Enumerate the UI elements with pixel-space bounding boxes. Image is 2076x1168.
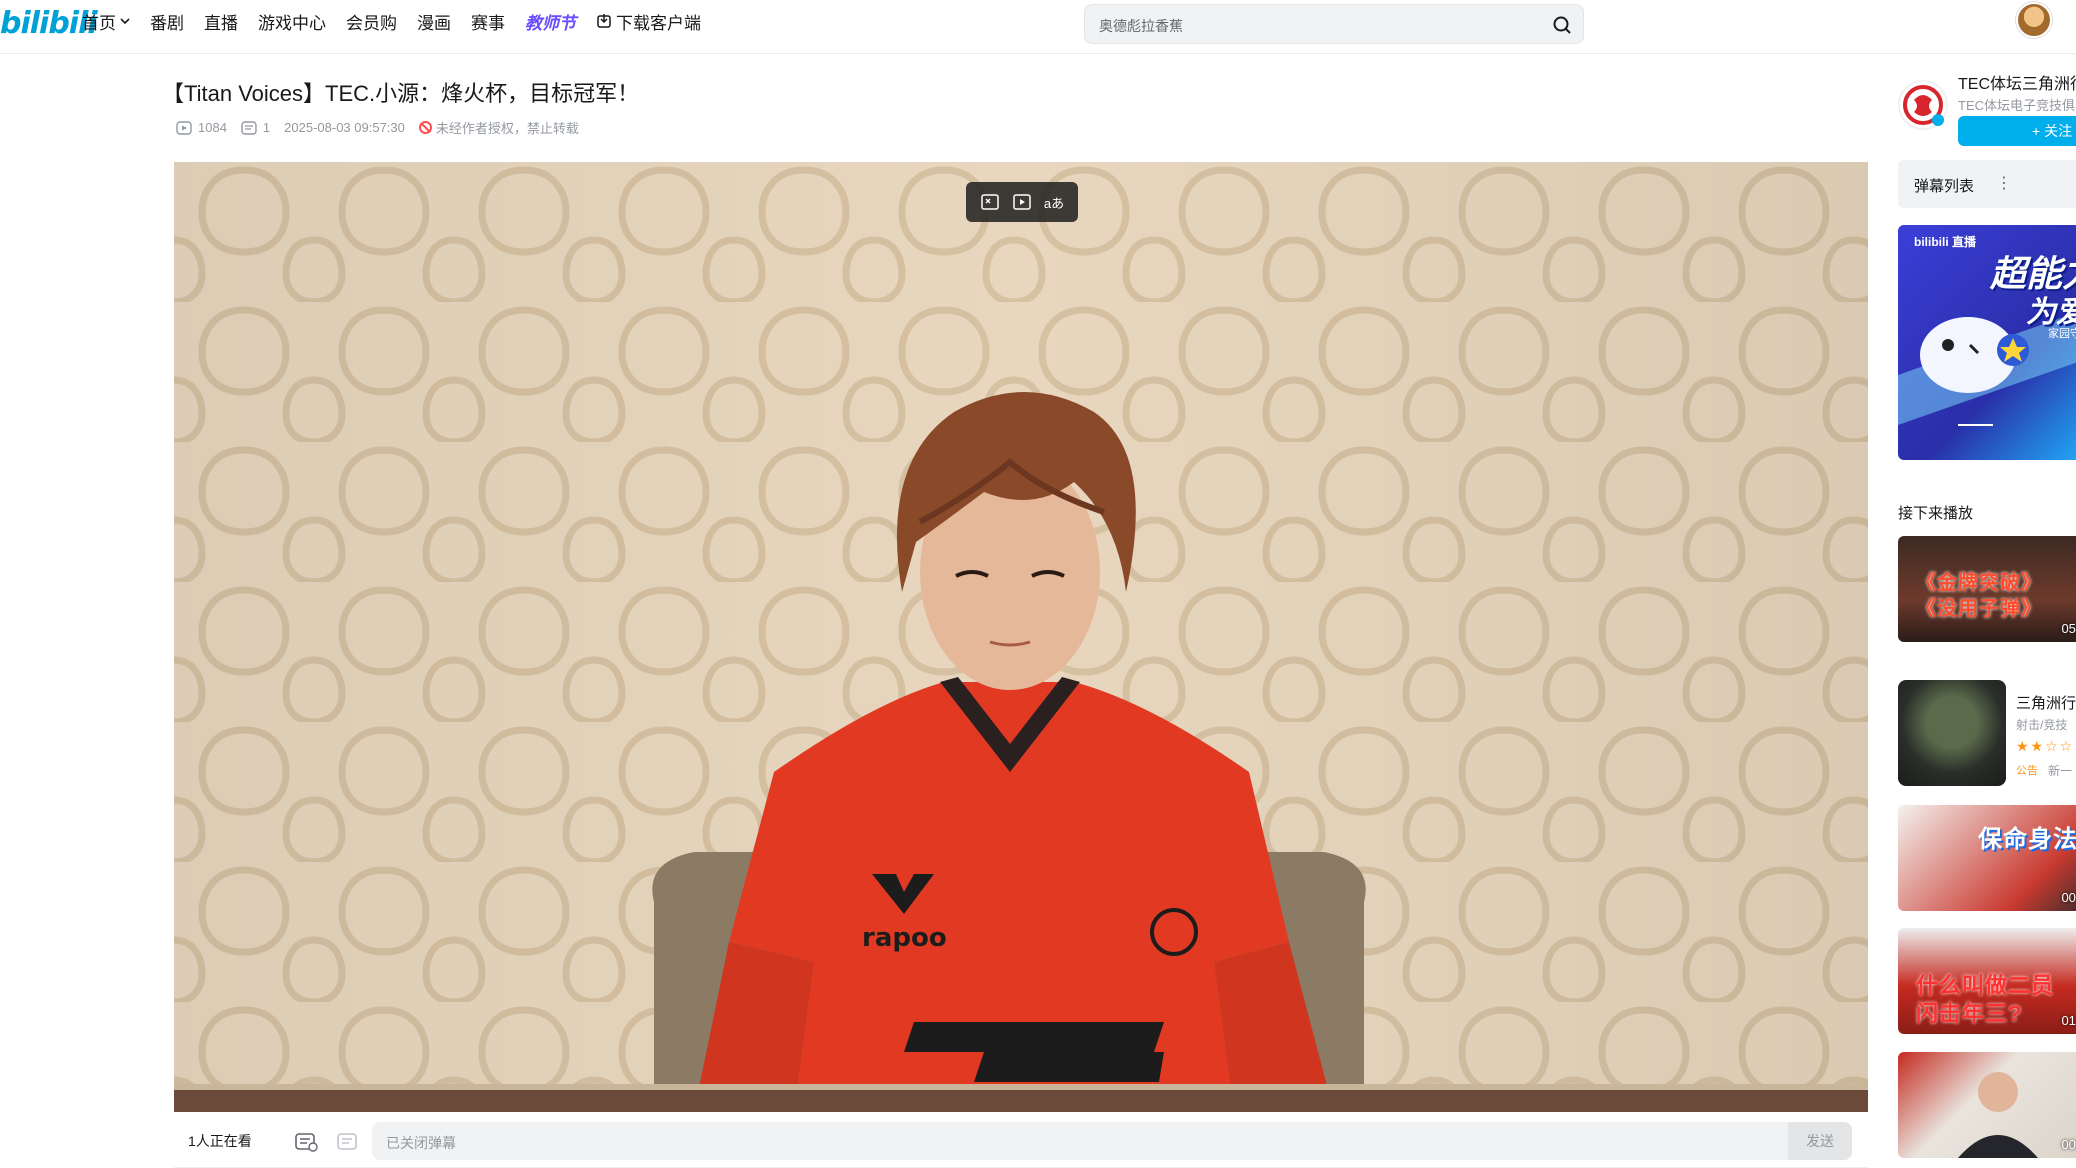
download-icon	[597, 14, 611, 28]
danmaku-count-value: 1	[262, 120, 271, 135]
duration-badge: 01:49	[2061, 1013, 2076, 1028]
video-meta: 1084 1 2025-08-03 09:57:30 未经作者授权，禁止转载	[176, 118, 579, 137]
no-repost-icon	[418, 121, 432, 134]
uploader-desc: TEC体坛电子竞技俱	[1958, 98, 2076, 113]
danmaku-bar: 1人正在看 已关闭弹幕 发送	[174, 1114, 1868, 1168]
follow-button[interactable]: + 关注	[1958, 116, 2076, 146]
view-count-value: 1084	[198, 120, 227, 135]
viewer-count: 1人正在看	[188, 1132, 252, 1149]
ad-subtext: 家园守护	[2048, 328, 2076, 340]
top-nav: bilibili 首页 番剧 直播 游戏中心 会员购 漫画 赛事 教师节 下载客…	[0, 0, 2076, 54]
publish-time: 2025-08-03 09:57:30	[284, 120, 405, 135]
nav-item-teachers-day[interactable]: 教师节	[525, 10, 576, 33]
duration-badge: 00:52	[2061, 890, 2076, 905]
ad-banner[interactable]: bilibili 直播 超能力 为爱 家园守护	[1898, 225, 2076, 460]
copyright-note-text: 未经作者授权，禁止转载	[435, 121, 579, 136]
game-type: 射击/竞技	[2016, 718, 2068, 732]
danmaku-input-placeholder: 已关闭弹幕	[386, 1135, 456, 1151]
rec-caption-2: 保命身法	[1978, 826, 2076, 853]
view-count: 1084	[176, 120, 227, 135]
uploader-avatar[interactable]	[1898, 80, 1948, 130]
rec-caption-1b: 《没用子弹》	[1916, 598, 2042, 620]
uploader-name[interactable]: TEC体坛三角洲行	[1958, 70, 2076, 94]
ad-logo: bilibili 直播	[1914, 235, 1976, 249]
jersey-brand-text: rapoo	[862, 923, 947, 953]
rec-game-card[interactable]: 三角洲行 射击/竞技 ★★☆☆ 公告 新一	[1898, 680, 2076, 788]
nav-item-anime[interactable]: 番剧	[150, 10, 184, 33]
nav-item-download[interactable]: 下载客户端	[596, 10, 701, 33]
player-floating-controls: aあ	[966, 182, 1078, 222]
rec-thumb-4-art	[1958, 1072, 2038, 1158]
game-name: 三角洲行	[2016, 695, 2076, 712]
nav-item-label: 下载客户端	[616, 13, 701, 33]
duration-badge: 05:26	[2061, 621, 2076, 636]
video-player[interactable]: rapoo aあ	[174, 162, 1868, 1112]
nav-menu: 首页 番剧 直播 游戏中心 会员购 漫画 赛事 教师节 下载客户端	[82, 10, 701, 33]
danmaku-input[interactable]: 已关闭弹幕 发送	[372, 1122, 1852, 1160]
danmaku-list-header[interactable]: 弹幕列表 ⋮	[1898, 160, 2076, 208]
nav-item-label: 首页	[82, 13, 116, 33]
rec-video-1[interactable]: 《金牌突破》 《没用子弹》 05:26	[1898, 536, 2076, 642]
more-icon[interactable]: ⋮	[1996, 173, 2012, 193]
screenshot-icon[interactable]	[979, 191, 1001, 213]
uploader-logo-icon	[1903, 85, 1944, 126]
nav-item-game-center[interactable]: 游戏中心	[258, 10, 326, 33]
danmaku-count-icon	[241, 120, 257, 135]
up-next-label: 接下来播放	[1898, 505, 1974, 522]
nav-item-esports[interactable]: 赛事	[471, 10, 505, 33]
duration-badge: 00:49	[2061, 1137, 2076, 1152]
nav-item-shop[interactable]: 会员购	[346, 10, 397, 33]
danmaku-count: 1	[241, 120, 270, 135]
nav-item-live[interactable]: 直播	[204, 10, 238, 33]
rec-caption-3b: 闪击年三?	[1916, 1001, 2023, 1026]
play-count-icon	[176, 120, 192, 135]
video-frame: rapoo	[174, 162, 1868, 1112]
rec-video-4[interactable]: 00:49	[1898, 1052, 2076, 1158]
rec-caption-1a: 《金牌突破》	[1916, 572, 2042, 594]
video-title: 【Titan Voices】TEC.小源：烽火杯，目标冠军！	[162, 81, 640, 106]
rec-video-2[interactable]: 保命身法 00:52	[1898, 805, 2076, 911]
search-icon[interactable]	[1551, 14, 1573, 36]
send-button[interactable]: 发送	[1788, 1122, 1852, 1160]
danmaku-toggle-icon[interactable]	[294, 1130, 318, 1152]
page: bilibili 首页 番剧 直播 游戏中心 会员购 漫画 赛事 教师节 下载客…	[0, 0, 2076, 1168]
translate-icon[interactable]: aあ	[1043, 191, 1065, 213]
game-rating-stars: ★★☆☆	[2016, 738, 2075, 754]
rec-video-3[interactable]: 什么叫做二员 闪击年三? 01:49	[1898, 928, 2076, 1034]
user-avatar[interactable]	[2016, 2, 2052, 38]
nav-item-manga[interactable]: 漫画	[417, 10, 451, 33]
search-input[interactable]: 奥德彪拉香蕉	[1099, 16, 1183, 36]
danmaku-list-label: 弹幕列表	[1914, 178, 1975, 195]
copyright-note: 未经作者授权，禁止转载	[418, 118, 579, 137]
game-thumbnail	[1898, 680, 2006, 786]
danmaku-settings-icon[interactable]	[336, 1130, 360, 1152]
game-tag: 公告	[2016, 765, 2038, 777]
search-box[interactable]: 奥德彪拉香蕉	[1084, 4, 1584, 44]
chevron-down-icon	[120, 18, 130, 25]
game-tag-text: 新一	[2048, 764, 2073, 778]
play-picture-icon[interactable]	[1011, 191, 1033, 213]
nav-item-home[interactable]: 首页	[82, 10, 130, 33]
